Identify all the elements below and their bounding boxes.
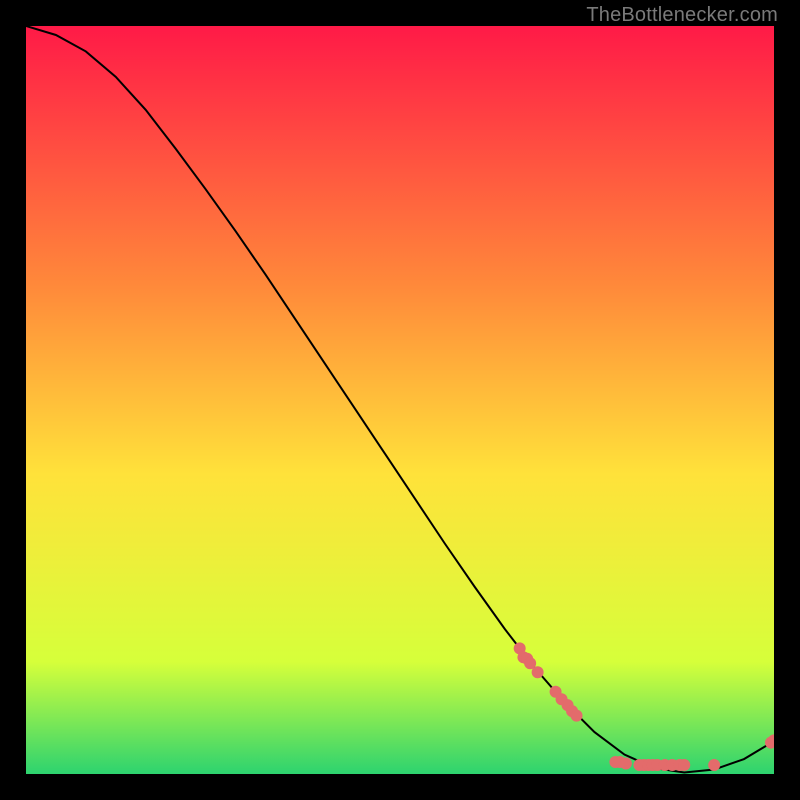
scatter-point <box>708 759 720 771</box>
scatter-point <box>678 759 690 771</box>
scatter-point <box>620 758 632 770</box>
scatter-point <box>571 710 583 722</box>
chart-plot-area <box>26 26 774 774</box>
chart-frame: TheBottlenecker.com <box>0 0 800 800</box>
watermark-text: TheBottlenecker.com <box>586 4 778 27</box>
chart-background <box>26 26 774 774</box>
scatter-point <box>532 666 544 678</box>
chart-svg <box>26 26 774 774</box>
